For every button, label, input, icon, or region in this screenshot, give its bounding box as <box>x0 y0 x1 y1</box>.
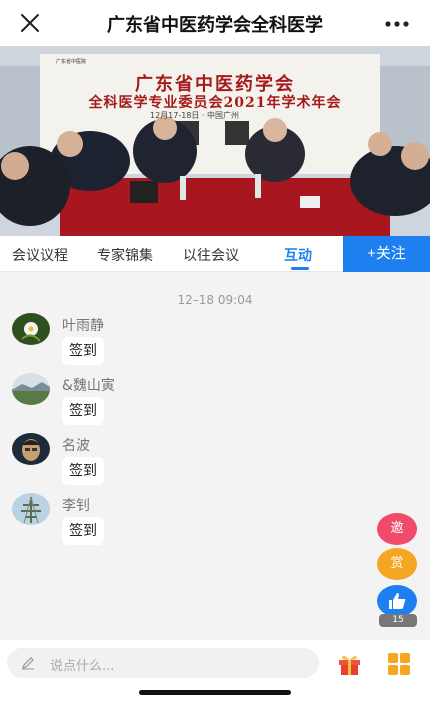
reward-button[interactable]: 赏 <box>377 548 417 580</box>
like-count: 15 <box>379 614 417 627</box>
invite-button[interactable]: 邀 <box>377 513 417 545</box>
banner-date: 12月17-18日 · 中国广州 <box>150 111 240 120</box>
pencil-icon <box>22 657 34 670</box>
chat-bubble: 签到 <box>62 397 104 425</box>
chat-message: 李钊 签到 <box>12 493 412 553</box>
tab-interaction[interactable]: 互动 <box>284 245 312 265</box>
avatar[interactable] <box>12 433 50 465</box>
like-button[interactable] <box>377 585 417 617</box>
chat-message: &魏山寅 签到 <box>12 373 412 433</box>
tab-past-meetings[interactable]: 以往会议 <box>183 245 239 265</box>
tab-experts[interactable]: 专家锦集 <box>97 245 153 265</box>
comment-placeholder: 说点什么... <box>50 659 115 674</box>
comment-input[interactable]: 说点什么... <box>7 648 319 678</box>
banner-institution: 广东省中医院 <box>56 59 87 65</box>
follow-button[interactable]: +关注 <box>343 236 430 272</box>
chat-username: &魏山寅 <box>62 378 115 394</box>
home-indicator <box>139 690 291 695</box>
chat-timestamp: 12–18 09:04 <box>177 293 253 307</box>
tab-agenda[interactable]: 会议议程 <box>12 245 68 265</box>
chat-message: 叶雨静 签到 <box>12 313 412 373</box>
chat-username: 叶雨静 <box>62 318 104 334</box>
chat-bubble: 签到 <box>62 337 104 365</box>
chat-username: 李钊 <box>62 498 90 514</box>
avatar[interactable] <box>12 493 50 525</box>
banner-subtitle: 全科医学专业委员会2021年学术年会 <box>88 95 342 111</box>
avatar[interactable] <box>12 313 50 345</box>
chat-bubble: 签到 <box>62 517 104 545</box>
chat-bubble: 签到 <box>62 457 104 485</box>
gift-icon[interactable] <box>337 651 362 676</box>
bottom-bar: 说点什么... <box>0 640 430 703</box>
tab-bar: 会议议程 专家锦集 以往会议 互动 +关注 <box>0 236 430 272</box>
thumbs-up-icon <box>389 593 406 609</box>
chat-username: 名波 <box>62 438 90 454</box>
top-bar: 广东省中医药学会全科医学 <box>0 0 430 46</box>
apps-icon[interactable] <box>387 652 411 676</box>
close-icon[interactable] <box>18 11 42 35</box>
avatar[interactable] <box>12 373 50 405</box>
live-video[interactable]: 广东省中医院 广东省中医药学会 全科医学专业委员会2021年学术年会 12月17… <box>0 46 430 236</box>
page-title: 广东省中医药学会全科医学 <box>107 15 323 36</box>
active-tab-indicator <box>291 267 309 270</box>
more-icon[interactable] <box>384 14 410 34</box>
chat-message: 名波 签到 <box>12 433 412 493</box>
